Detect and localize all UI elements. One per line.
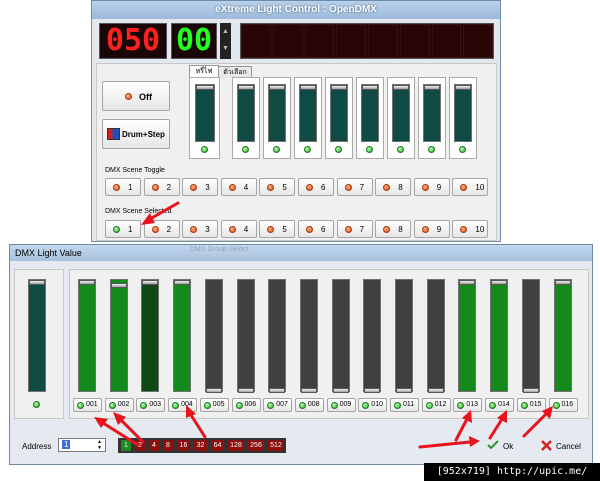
- annotation-arrows: [94, 201, 553, 449]
